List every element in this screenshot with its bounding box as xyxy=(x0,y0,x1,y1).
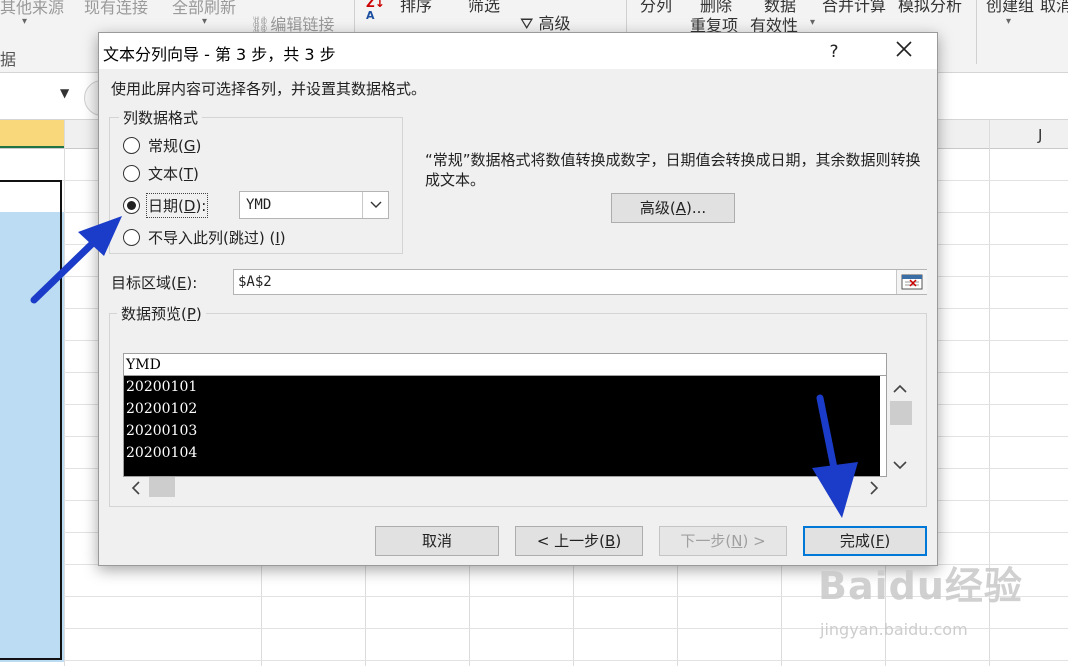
ribbon-what-if[interactable]: 模拟分析 xyxy=(898,0,962,16)
advanced-button[interactable]: 高级(A)... xyxy=(611,193,735,223)
preview-row: 20200101 xyxy=(126,379,198,395)
text-to-columns-dialog: 文本分列向导 - 第 3 步，共 3 步 ? 使用此屏内容可选择各列，并设置其数… xyxy=(98,32,938,566)
baidu-watermark: Baidu经验 xyxy=(818,564,1023,608)
horizontal-scroll-thumb[interactable] xyxy=(149,477,175,497)
scroll-right-icon[interactable] xyxy=(869,480,879,499)
radio-label: 文本(T) xyxy=(148,164,199,183)
range-picker-icon[interactable] xyxy=(896,270,927,294)
radio-button[interactable] xyxy=(123,228,140,246)
help-button[interactable]: ? xyxy=(819,39,849,65)
target-range-label: 目标区域(E): xyxy=(111,274,198,292)
baidu-watermark-url: jingyan.baidu.com xyxy=(820,620,968,639)
ribbon-other-sources[interactable]: 其他来源 xyxy=(0,0,64,18)
radio-date[interactable]: 日期(D): xyxy=(123,192,209,218)
chevron-down-icon: ▾ xyxy=(202,16,208,27)
back-button[interactable]: < 上一步(B) xyxy=(515,526,643,556)
preview-column-header[interactable]: YMD xyxy=(124,354,886,376)
ribbon-advanced[interactable]: ⛛ 高级 xyxy=(520,10,571,34)
data-preview-legend: 数据预览(P) xyxy=(117,303,206,324)
ribbon-existing-connections[interactable]: 现有连接 xyxy=(84,0,148,18)
preview-row: 20200104 xyxy=(126,445,198,461)
target-range-input[interactable]: $A$2 xyxy=(233,269,927,295)
ribbon-group[interactable]: 创建组 xyxy=(986,0,1034,16)
ribbon-filter[interactable]: 筛选 xyxy=(468,0,500,16)
cancel-button[interactable]: 取消 xyxy=(375,526,499,556)
ribbon-sort[interactable]: 排序 xyxy=(400,0,432,16)
radio-button[interactable] xyxy=(123,164,140,182)
sort-a-icon: A xyxy=(366,9,375,22)
column-header-a[interactable] xyxy=(0,120,64,148)
scroll-left-icon[interactable] xyxy=(131,480,141,499)
column-header-j[interactable]: J xyxy=(1038,126,1042,144)
selection-border xyxy=(0,180,62,660)
column-format-legend: 列数据格式 xyxy=(119,107,203,128)
ribbon-text-to-columns[interactable]: 分列 xyxy=(640,0,672,16)
radio-text[interactable]: 文本(T) xyxy=(123,161,199,185)
chevron-down-icon: ▾ xyxy=(22,16,28,27)
date-format-value: YMD xyxy=(246,197,272,213)
chevron-down-icon: ▾ xyxy=(810,17,816,28)
radio-general[interactable]: 常规(G) xyxy=(123,133,201,157)
instructions-text: 使用此屏内容可选择各列，并设置其数据格式。 xyxy=(111,80,427,98)
radio-label: 常规(G) xyxy=(148,136,202,155)
radio-label: 不导入此列(跳过) (I) xyxy=(148,228,286,247)
dialog-title: 文本分列向导 - 第 3 步，共 3 步 xyxy=(103,45,336,64)
data-preview-box[interactable]: YMD 20200101 20200102 20200103 20200104 xyxy=(123,353,887,477)
ribbon-ungroup[interactable]: 取消 xyxy=(1040,0,1068,16)
radio-label: 日期(D): xyxy=(145,192,209,218)
ribbon-consolidate[interactable]: 合并计算 xyxy=(822,0,886,16)
scroll-down-icon[interactable] xyxy=(893,455,907,474)
vertical-scroll-thumb[interactable] xyxy=(890,401,912,425)
scroll-up-icon[interactable] xyxy=(893,379,907,398)
ribbon-group-label: 据 xyxy=(0,50,17,69)
next-button[interactable]: 下一步(N) > xyxy=(659,526,787,556)
radio-skip-column[interactable]: 不导入此列(跳过) (I) xyxy=(123,225,286,249)
close-icon xyxy=(896,41,912,57)
chevron-down-icon[interactable] xyxy=(362,192,389,218)
namebox-dropdown-icon[interactable]: ▼ xyxy=(60,86,69,100)
date-format-select[interactable]: YMD xyxy=(239,191,389,219)
preview-row: 20200102 xyxy=(126,401,198,417)
preview-row: 20200103 xyxy=(126,423,198,439)
dialog-titlebar[interactable]: 文本分列向导 - 第 3 步，共 3 步 ? xyxy=(99,33,937,69)
radio-button-checked[interactable] xyxy=(123,196,140,214)
ribbon-separator xyxy=(976,0,977,64)
format-description: “常规”数据格式将数值转换成数字，日期值会转换成日期，其余数据则转换成文本。 xyxy=(425,151,921,189)
target-range-value: $A$2 xyxy=(238,274,272,290)
radio-button[interactable] xyxy=(123,136,140,154)
close-button[interactable] xyxy=(889,37,919,65)
chevron-down-icon: ▾ xyxy=(1006,16,1012,27)
preview-selected-column[interactable]: 20200101 20200102 20200103 20200104 xyxy=(124,376,880,476)
funnel-icon: ⛛ xyxy=(520,14,534,33)
finish-button[interactable]: 完成(F) xyxy=(803,526,927,556)
